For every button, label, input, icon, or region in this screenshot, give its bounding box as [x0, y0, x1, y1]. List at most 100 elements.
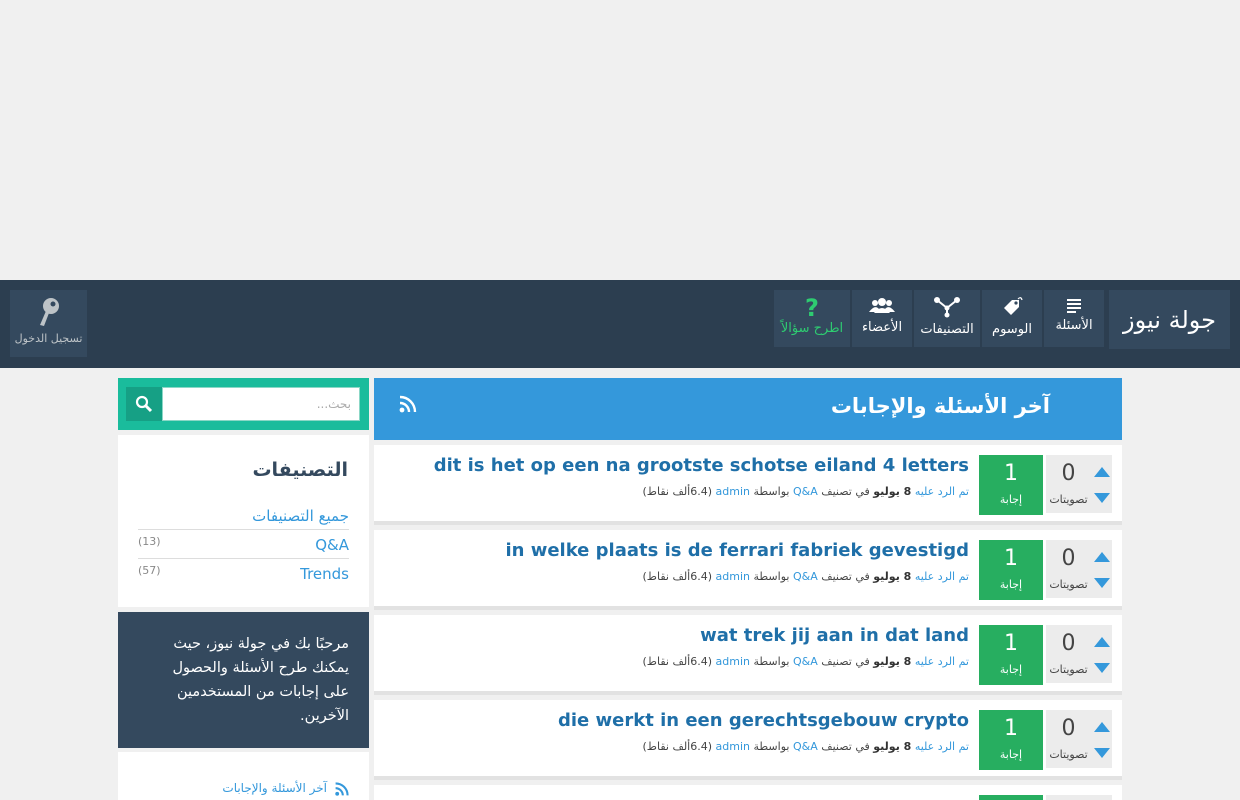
user-points: (6.4ألف نقاط)	[642, 570, 713, 583]
user-points: (6.4ألف نقاط)	[642, 740, 713, 753]
answer-count-box: 1 إجابة	[979, 540, 1043, 600]
votes-box: 0 تصويتات	[1046, 710, 1112, 768]
welcome-panel: مرحبًا بك في جولة نيوز، حيث يمكنك طرح ال…	[118, 612, 369, 748]
vote-count: 0	[1061, 461, 1076, 486]
main-header: آخر الأسئلة والإجابات	[374, 378, 1122, 440]
category-item[interactable]: Q&A (13)	[138, 530, 349, 559]
vote-down-button[interactable]	[1094, 493, 1110, 503]
top-navbar: جولة نيوز الأسئلة الوسوم التصنيفات الأعض…	[0, 280, 1240, 368]
votes-box: 0 تصويتات	[1046, 625, 1112, 683]
votes-label: تصويتات	[1049, 493, 1088, 506]
question-meta: تم الرد عليه 8 يوليو في تصنيف Q&A بواسطة…	[643, 570, 970, 583]
user-link[interactable]: admin	[716, 740, 750, 753]
answered-link[interactable]: تم الرد عليه	[915, 740, 969, 753]
question-date: 8 يوليو	[873, 740, 912, 753]
question-title-link[interactable]: in welke plaats is de ferrari fabriek ge…	[505, 540, 969, 561]
answers-label: إجابة	[999, 493, 1023, 506]
nav-questions[interactable]: الأسئلة	[1044, 290, 1104, 347]
vote-up-button[interactable]	[1094, 722, 1110, 732]
nav-categories[interactable]: التصنيفات	[914, 290, 980, 347]
question-meta: تم الرد عليه 8 يوليو في تصنيف Q&A بواسطة…	[643, 485, 970, 498]
meta-in-label: في تصنيف	[821, 485, 870, 498]
question-title-link[interactable]: die werkt in een gerechtsgebouw crypto	[558, 710, 969, 731]
meta-in-label: في تصنيف	[821, 655, 870, 668]
login-label: تسجيل الدخول	[14, 332, 83, 345]
site-logo[interactable]: جولة نيوز	[1109, 290, 1230, 349]
answer-count-box: 1 إجابة	[979, 455, 1043, 515]
question-item: 0 تصويتات 1 إجابة dit is het op een na g…	[374, 445, 1122, 525]
vote-down-button[interactable]	[1094, 578, 1110, 588]
feed-link[interactable]: آخر الأسئلة والإجابات	[222, 781, 327, 795]
category-name[interactable]: Trends	[300, 565, 349, 583]
page-title: آخر الأسئلة والإجابات	[830, 394, 1050, 418]
meta-in-label: في تصنيف	[821, 740, 870, 753]
user-points: (6.4ألف نقاط)	[642, 485, 713, 498]
answer-count-box: 1 إجابة	[979, 710, 1043, 770]
rss-icon[interactable]	[334, 781, 350, 797]
categories-panel: التصنيفات جميع التصنيفات Q&A (13) Trends…	[118, 435, 369, 607]
answer-count: 1	[1004, 631, 1018, 656]
answers-label: إجابة	[999, 663, 1023, 676]
categories-title: التصنيفات	[252, 459, 348, 481]
nav-questions-label: الأسئلة	[1055, 318, 1093, 333]
question-meta: تم الرد عليه 8 يوليو في تصنيف Q&A بواسطة…	[643, 740, 970, 753]
question-title-link[interactable]: wat trek jij aan in dat land	[700, 625, 969, 646]
votes-box: 0 تصويتات	[1046, 540, 1112, 598]
search-button[interactable]	[126, 387, 162, 421]
answered-link[interactable]: تم الرد عليه	[915, 570, 969, 583]
category-name[interactable]: Q&A	[315, 536, 349, 554]
question-item: 0 تصويتات 1 إجابة wat trek jij aan in da…	[374, 615, 1122, 695]
votes-label: تصويتات	[1049, 663, 1088, 676]
category-count: (57)	[138, 564, 161, 577]
meta-in-label: في تصنيف	[821, 570, 870, 583]
nav-tags[interactable]: الوسوم	[982, 290, 1042, 347]
votes-label: تصويتات	[1049, 578, 1088, 591]
category-item[interactable]: جميع التصنيفات	[138, 501, 349, 530]
user-points: (6.4ألف نقاط)	[642, 655, 713, 668]
vote-up-button[interactable]	[1094, 637, 1110, 647]
search-icon	[135, 395, 153, 413]
category-name[interactable]: جميع التصنيفات	[252, 507, 349, 525]
category-link[interactable]: Q&A	[793, 655, 818, 668]
question-date: 8 يوليو	[873, 485, 912, 498]
nav-users[interactable]: الأعضاء	[852, 290, 912, 347]
vote-up-button[interactable]	[1094, 467, 1110, 477]
answered-link[interactable]: تم الرد عليه	[915, 655, 969, 668]
question-item: 0 تصويتات 1 إجابة die werkt in een gerec…	[374, 700, 1122, 780]
answer-count-box: 1 إجابة	[979, 625, 1043, 685]
vote-down-button[interactable]	[1094, 748, 1110, 758]
vote-count: 0	[1061, 546, 1076, 571]
vote-down-button[interactable]	[1094, 663, 1110, 673]
category-link[interactable]: Q&A	[793, 740, 818, 753]
categories-icon	[934, 297, 960, 318]
answer-count: 1	[1004, 461, 1018, 486]
ask-question-button[interactable]: ? اطرح سؤالاً	[774, 290, 850, 347]
question-item: 0 تصويتات 1 إجابة in welke plaats is de …	[374, 530, 1122, 610]
user-link[interactable]: admin	[716, 655, 750, 668]
category-link[interactable]: Q&A	[793, 485, 818, 498]
nav-users-label: الأعضاء	[861, 320, 903, 335]
votes-box: 0 تصويتات	[1046, 455, 1112, 513]
category-item[interactable]: Trends (57)	[138, 559, 349, 588]
vote-up-button[interactable]	[1094, 552, 1110, 562]
answered-link[interactable]: تم الرد عليه	[915, 485, 969, 498]
question-item	[374, 785, 1122, 800]
tag-icon	[1004, 297, 1023, 315]
meta-by-label: بواسطة	[753, 485, 790, 498]
user-link[interactable]: admin	[716, 570, 750, 583]
users-icon	[869, 298, 895, 313]
question-date: 8 يوليو	[873, 570, 912, 583]
category-count: (13)	[138, 535, 161, 548]
question-title-link[interactable]: dit is het op een na grootste schotse ei…	[434, 455, 969, 476]
votes-label: تصويتات	[1049, 748, 1088, 761]
question-meta: تم الرد عليه 8 يوليو في تصنيف Q&A بواسطة…	[643, 655, 970, 668]
search-input[interactable]	[162, 387, 360, 421]
rss-icon[interactable]	[398, 394, 418, 414]
answers-label: إجابة	[999, 748, 1023, 761]
login-button[interactable]: تسجيل الدخول	[10, 290, 87, 357]
category-link[interactable]: Q&A	[793, 570, 818, 583]
answer-count: 1	[1004, 716, 1018, 741]
user-link[interactable]: admin	[716, 485, 750, 498]
vote-count: 0	[1061, 631, 1076, 656]
question-date: 8 يوليو	[873, 655, 912, 668]
